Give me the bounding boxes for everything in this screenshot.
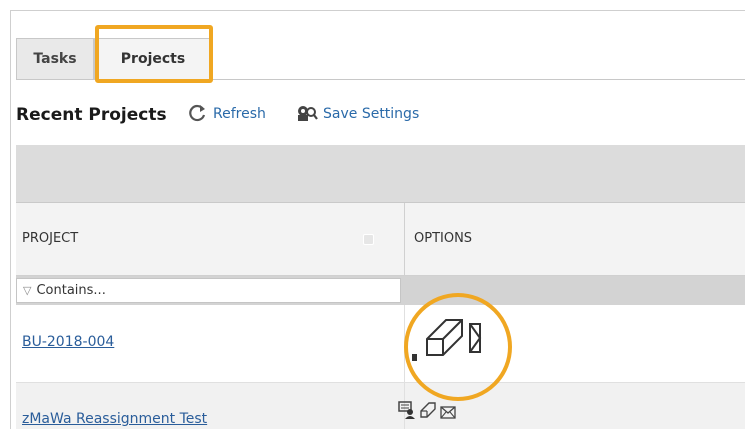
group-panel [16,145,745,203]
save-settings-icon [298,106,318,121]
edit-tag-icon[interactable] [424,317,468,361]
tab-bar: Tasks Projects [16,38,745,80]
column-divider [404,203,405,275]
projects-grid: PROJECT OPTIONS ▽ Contains... BU-2018-004 [16,145,745,429]
email-icon[interactable] [440,404,456,423]
table-row: BU-2018-004 [16,305,745,383]
column-menu-icon[interactable] [363,234,374,245]
table-row: zMaWa Reassignment Test [16,383,745,429]
column-divider [404,305,405,382]
tab-tasks[interactable]: Tasks [16,38,94,79]
email-icon[interactable] [468,322,482,358]
tab-projects[interactable]: Projects [94,38,212,79]
filter-placeholder: Contains... [36,283,106,298]
filter-icon[interactable]: ▽ [23,284,31,297]
project-link[interactable]: zMaWa Reassignment Test [22,411,207,427]
panel-border-left [10,10,11,429]
filter-row: ▽ Contains... [16,276,745,305]
column-header-project[interactable]: PROJECT [22,231,78,246]
save-settings-button[interactable]: Save Settings [296,104,419,122]
refresh-button[interactable]: Refresh [188,104,266,122]
refresh-label: Refresh [213,106,266,122]
project-filter-input[interactable]: ▽ Contains... [16,278,401,303]
tab-bar-divider [16,79,745,80]
project-link[interactable]: BU-2018-004 [22,334,114,350]
panel-border-top [10,10,745,11]
reassign-icon[interactable] [398,401,416,423]
refresh-icon [189,104,206,122]
grid-header: PROJECT OPTIONS [16,203,745,276]
edit-tag-icon[interactable] [420,402,436,422]
column-header-options[interactable]: OPTIONS [414,231,472,246]
save-settings-label: Save Settings [323,106,420,122]
toolbar: Recent Projects Refresh Save Settings [16,100,745,130]
reassign-icon[interactable] [412,347,418,366]
page-title: Recent Projects [16,105,167,125]
